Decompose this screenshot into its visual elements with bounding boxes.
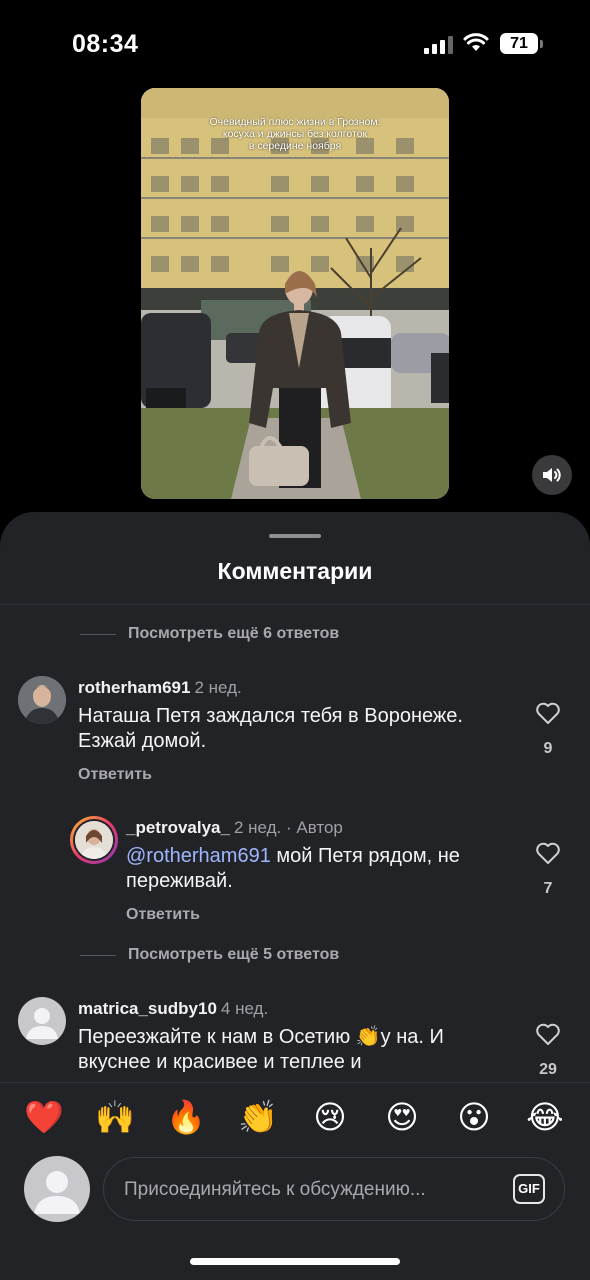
comment-header: matrica_sudby10 4 нед.: [78, 999, 268, 1019]
avatar[interactable]: [18, 997, 66, 1045]
like-button[interactable]: 7: [528, 842, 568, 898]
comment-composer: GIF: [0, 1150, 590, 1280]
avatar-image: [75, 821, 113, 859]
comment-text: Наташа Петя заждался тебя в Воронеже. Ез…: [78, 705, 463, 752]
emoji-reaction-bar: ❤️ 🙌 🔥 👏 😢 😍 😮 😂: [0, 1082, 590, 1151]
sheet-grabber[interactable]: [269, 534, 321, 538]
caption-line-1: Очевидный плюс жизни в Грозном:: [209, 116, 381, 128]
emoji-raised-hands[interactable]: 🙌: [95, 1097, 135, 1137]
reply-button[interactable]: Ответить: [78, 766, 152, 784]
comment-header: rotherham691 2 нед.: [78, 678, 242, 698]
heart-outline-icon: [536, 702, 560, 724]
status-bar: 08:34 71: [0, 0, 590, 88]
home-indicator: [190, 1258, 400, 1265]
divider: [80, 633, 116, 635]
wifi-icon: [463, 33, 489, 51]
view-more-replies-label: Посмотреть ещё 5 ответов: [128, 946, 340, 963]
like-count: 9: [543, 740, 553, 757]
comment-username[interactable]: _petrovalya_: [126, 818, 230, 837]
comment-time: 4 нед.: [220, 999, 269, 1018]
emoji-heart[interactable]: ❤️: [24, 1097, 64, 1137]
gif-button[interactable]: GIF: [513, 1174, 545, 1204]
sheet-title: Комментарии: [217, 558, 373, 584]
default-avatar-icon: [34, 1171, 80, 1214]
author-label: · Автор: [285, 818, 343, 837]
current-user-avatar[interactable]: [24, 1156, 90, 1222]
reply-button[interactable]: Ответить: [126, 906, 200, 924]
like-count: 29: [539, 1061, 557, 1078]
comment-username[interactable]: matrica_sudby10: [78, 999, 217, 1018]
signal-icon: [424, 36, 454, 54]
emoji-surprised[interactable]: 😮: [454, 1097, 494, 1137]
like-count: 7: [543, 880, 553, 897]
mention-link[interactable]: @rotherham691: [126, 845, 271, 867]
caption-line-2: косуха и джинсы без колготок: [222, 128, 368, 140]
comment-username[interactable]: rotherham691: [78, 678, 190, 697]
video-player[interactable]: Очевидный плюс жизни в Грозном: косуха и…: [141, 88, 449, 499]
emoji-laughing[interactable]: 😂: [525, 1097, 565, 1137]
battery-icon: 71: [500, 33, 538, 54]
divider: [0, 604, 590, 605]
caption-line-3: в середине ноября: [248, 140, 342, 152]
heart-outline-icon: [536, 1023, 560, 1045]
view-more-replies-label: Посмотреть ещё 6 ответов: [128, 625, 340, 642]
comment-text: Переезжайте к нам в Осетию 👏у на. И вкус…: [78, 1026, 444, 1073]
view-more-replies-top[interactable]: Посмотреть ещё 6 ответов: [80, 622, 339, 646]
status-time: 08:34: [72, 30, 139, 58]
default-avatar-icon: [26, 1008, 58, 1039]
avatar[interactable]: [18, 676, 66, 724]
view-more-replies-mid[interactable]: Посмотреть ещё 5 ответов: [80, 943, 339, 967]
avatar-image: [73, 819, 115, 861]
emoji-clap[interactable]: 👏: [238, 1097, 278, 1137]
like-button[interactable]: 9: [528, 702, 568, 758]
heart-outline-icon: [536, 842, 560, 864]
comment-input[interactable]: [122, 1158, 486, 1222]
avatar-photo: [75, 821, 113, 859]
emoji-heart-eyes[interactable]: 😍: [382, 1097, 422, 1137]
emoji-crying[interactable]: 😢: [310, 1097, 350, 1137]
comment-input-container: GIF: [103, 1157, 565, 1222]
like-button[interactable]: 29: [528, 1023, 568, 1079]
speaker-icon: [543, 468, 561, 482]
sound-button[interactable]: [532, 455, 572, 495]
comment-time: 2 нед.: [233, 818, 282, 837]
avatar-with-story-ring[interactable]: [70, 816, 118, 864]
avatar-image: [18, 676, 66, 724]
comment-time: 2 нед.: [194, 678, 242, 697]
emoji-fire[interactable]: 🔥: [166, 1097, 206, 1137]
battery-tip: [540, 40, 543, 48]
video-caption: Очевидный плюс жизни в Грозном: косуха и…: [141, 116, 449, 152]
comment-header: _petrovalya_ 2 нед. · Автор: [126, 818, 343, 838]
comment-text: @rotherham691 мой Петя рядом, не пережив…: [126, 844, 516, 894]
divider: [80, 954, 116, 956]
